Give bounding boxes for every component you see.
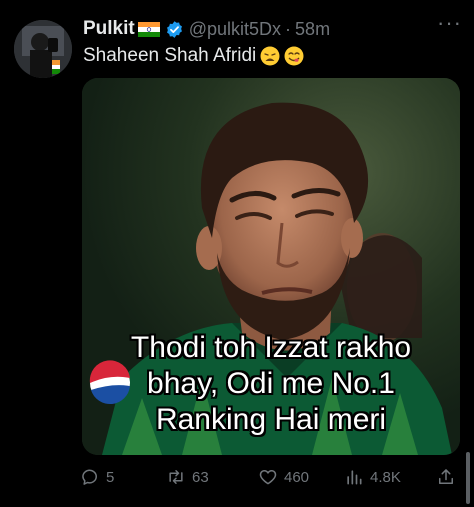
reply-button[interactable]: 5	[80, 463, 114, 491]
views-button[interactable]: 4.8K	[344, 463, 401, 491]
like-button[interactable]: 460	[258, 463, 309, 491]
avatar[interactable]	[14, 20, 72, 78]
retweet-button[interactable]: 63	[166, 463, 209, 491]
verified-badge-icon[interactable]	[165, 20, 184, 39]
share-icon	[439, 469, 453, 484]
separator-dot: ·	[285, 18, 292, 39]
retweet-icon	[169, 470, 183, 484]
meme-caption-line-1: Thodi toh Izzat rakho	[130, 331, 412, 364]
tweet-header: Pulkit @pulkit5Dx · 58m	[83, 16, 330, 42]
tweet-actions-bar: 5 63 460 4.8K	[80, 463, 460, 491]
reply-count: 5	[106, 468, 115, 486]
heart-icon	[259, 470, 277, 485]
reply-icon	[82, 469, 97, 485]
more-options-icon[interactable]: ···	[437, 10, 462, 36]
share-button[interactable]	[436, 463, 462, 491]
timestamp[interactable]: 58m	[295, 19, 330, 40]
yum-face-emoji-icon	[284, 46, 304, 66]
india-flag-icon	[137, 21, 160, 37]
scrollbar[interactable]	[466, 452, 470, 504]
views-chart-icon	[347, 470, 362, 485]
tweet-media-image[interactable]: Thodi toh Izzat rakho bhay, Odi me No.1 …	[82, 78, 460, 455]
meme-caption-line-3: Ranking Hai meri	[155, 403, 387, 436]
author-handle[interactable]: @pulkit5Dx	[189, 19, 281, 40]
retweet-count: 63	[192, 468, 209, 486]
meme-caption-line-2: bhay, Odi me No.1	[147, 367, 395, 400]
tweet-card[interactable]: Pulkit @pulkit5Dx · 58m ··· Shaheen Shah…	[0, 0, 474, 507]
tweet-text-content: Shaheen Shah Afridi	[83, 45, 257, 66]
tweet-text: Shaheen Shah Afridi	[83, 45, 304, 67]
views-count: 4.8K	[370, 468, 401, 486]
author-name[interactable]: Pulkit	[83, 18, 135, 40]
weary-face-emoji-icon	[260, 46, 280, 66]
like-count: 460	[284, 468, 310, 486]
